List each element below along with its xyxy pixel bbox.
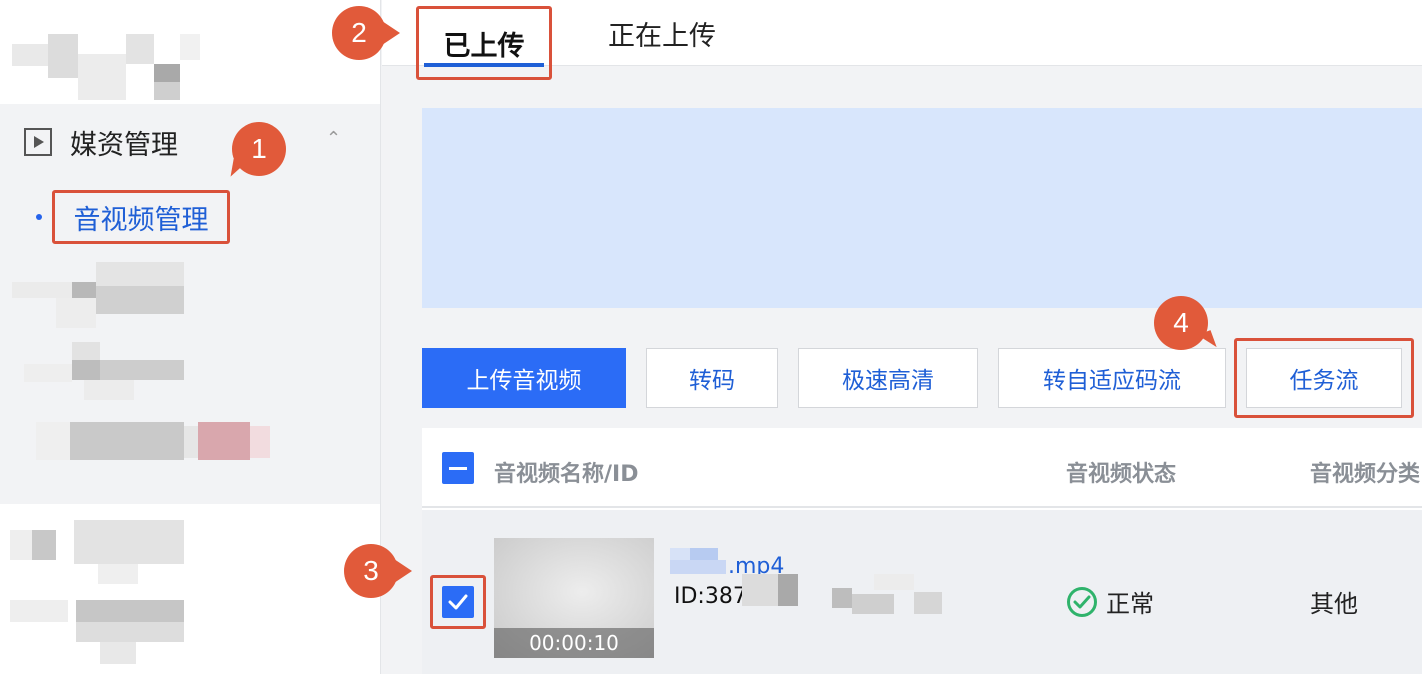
tab-uploading-label: 正在上传 [608, 20, 716, 52]
info-banner [422, 108, 1422, 308]
tab-uploading[interactable]: 正在上传 [608, 0, 716, 66]
blurred-menu-item-3 [36, 422, 272, 462]
tab-uploaded[interactable]: 已上传 [416, 6, 552, 80]
video-id: ID:387 [674, 584, 747, 609]
active-tab-underline [424, 63, 544, 67]
sidebar: 媒资管理 ⌃ 音视频管理 [0, 0, 381, 674]
tab-bar: 已上传 正在上传 [382, 0, 1422, 80]
video-thumbnail[interactable]: 00:00:10 [494, 538, 654, 658]
video-duration: 00:00:10 [494, 628, 654, 658]
chevron-up-icon[interactable]: ⌃ [326, 128, 341, 149]
blurred-logo [12, 34, 202, 100]
blurred-id [742, 574, 798, 606]
status-cell: 正常 [1066, 584, 1154, 619]
annotation-marker-2: 2 [332, 6, 400, 60]
check-icon [448, 594, 468, 610]
page: 媒资管理 ⌃ 音视频管理 已上传 正在上传 上传音视频 转码 极速高清 转自适应… [0, 0, 1422, 674]
table-header: 音视频名称/ID 音视频状态 音视频分类 [422, 428, 1422, 508]
active-indicator [36, 214, 42, 220]
table-row[interactable]: 00:00:10 .mp4 ID:387 正常 其他 [422, 510, 1422, 674]
blurred-filename [670, 548, 726, 574]
header-category: 音视频分类 [1310, 462, 1421, 487]
blurred-size [832, 574, 944, 618]
select-all-checkbox[interactable] [442, 452, 474, 484]
media-table: 音视频名称/ID 音视频状态 音视频分类 00:00:10 .mp4 ID:38… [422, 428, 1422, 674]
check-circle-icon [1067, 586, 1097, 617]
category-text: 其他 [1310, 590, 1358, 618]
blurred-menu-item-5 [10, 600, 184, 666]
status-text: 正常 [1106, 590, 1154, 618]
adaptive-bitrate-button[interactable]: 转自适应码流 [998, 348, 1226, 408]
tab-uploaded-label: 已上传 [443, 30, 525, 62]
blurred-menu-item-1 [12, 262, 184, 328]
taskflow-button[interactable]: 任务流 [1246, 348, 1402, 408]
transcode-button[interactable]: 转码 [646, 348, 778, 408]
menu-media-assets[interactable]: 媒资管理 [24, 120, 178, 164]
annotation-marker-1: 1 [232, 122, 286, 176]
row-checkbox[interactable] [442, 586, 474, 618]
sidebar-item-av-management[interactable]: 音视频管理 [52, 190, 230, 244]
fast-hd-button[interactable]: 极速高清 [798, 348, 978, 408]
header-name: 音视频名称/ID [494, 462, 639, 487]
blurred-menu-item-2 [24, 342, 184, 402]
menu-media-assets-label: 媒资管理 [70, 129, 178, 161]
annotation-marker-3: 3 [344, 544, 412, 598]
blurred-menu-item-4 [10, 520, 184, 584]
annotation-marker-4: 4 [1154, 296, 1208, 350]
play-icon [24, 128, 52, 156]
sidebar-item-av-management-label: 音视频管理 [73, 204, 209, 236]
header-status: 音视频状态 [1066, 462, 1177, 487]
upload-av-button[interactable]: 上传音视频 [422, 348, 626, 408]
